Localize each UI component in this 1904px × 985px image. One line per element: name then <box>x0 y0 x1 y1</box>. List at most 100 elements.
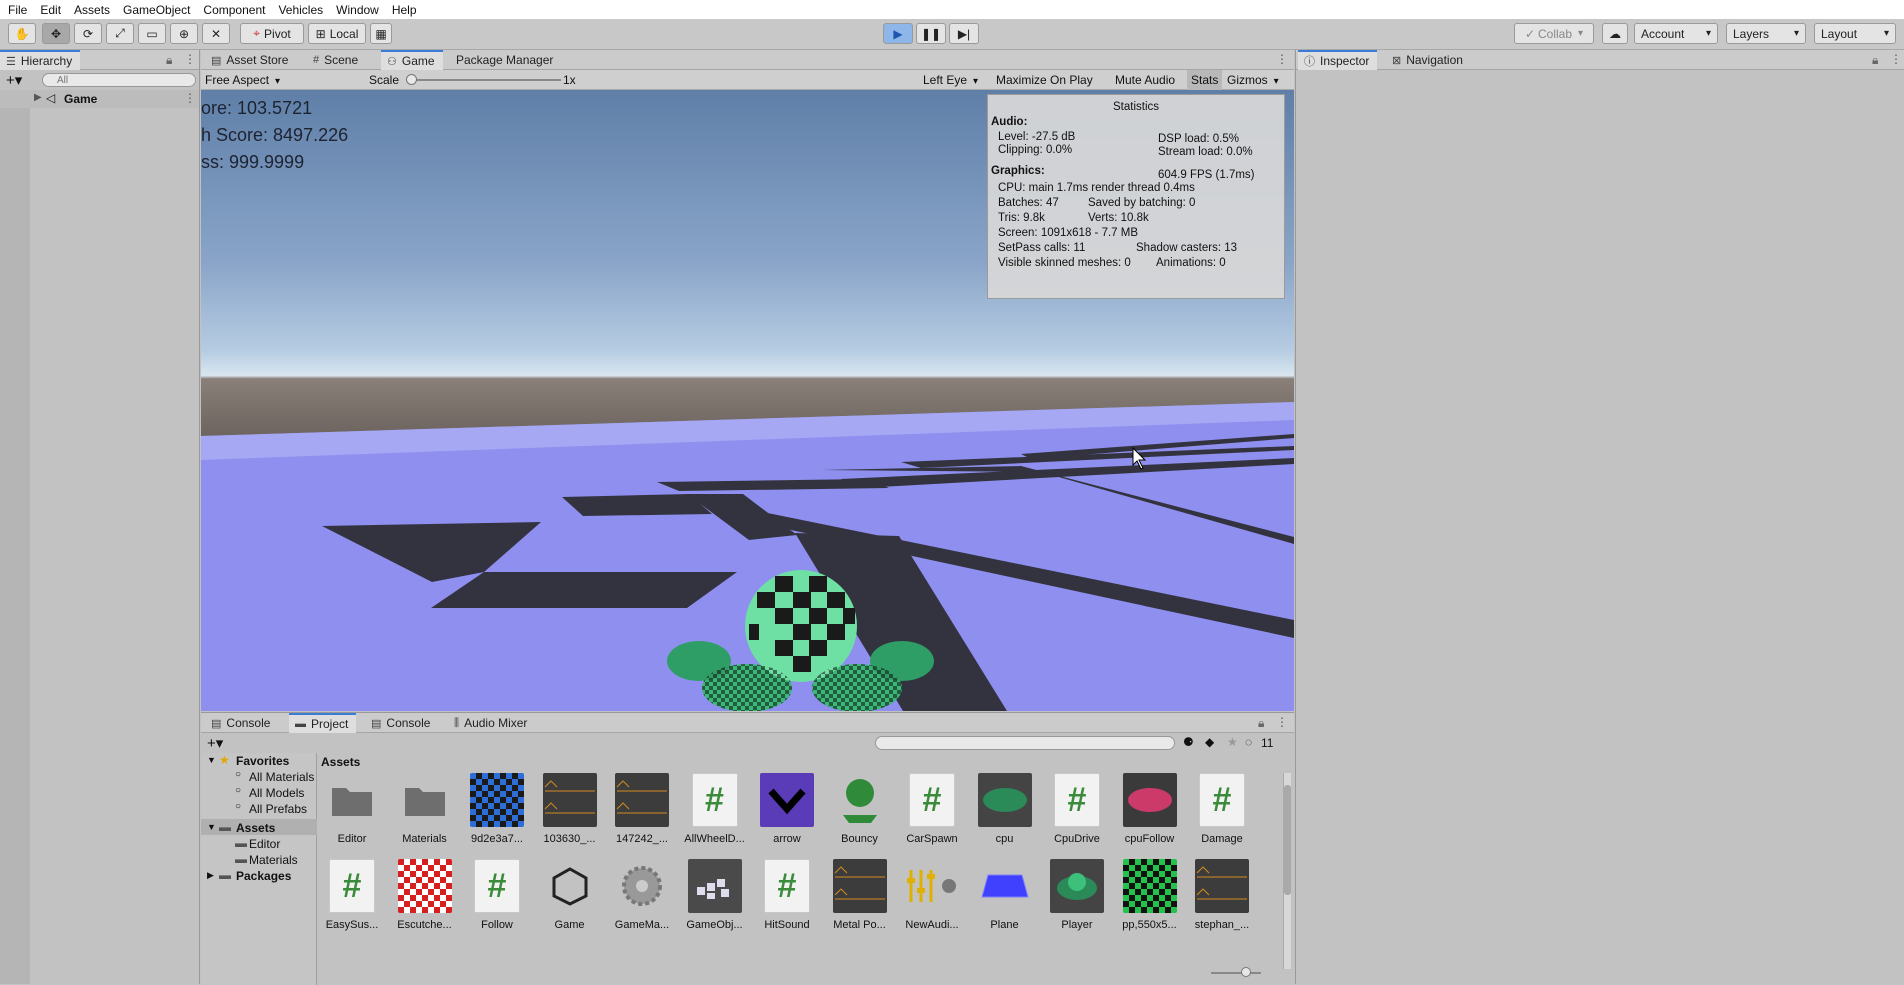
search-by-label-icon[interactable]: ◆ <box>1205 735 1214 749</box>
asset-item[interactable]: Escutche... <box>392 859 458 931</box>
asset-item[interactable]: Materials <box>392 773 458 845</box>
scale-tool-icon[interactable]: ⤢ <box>106 23 134 44</box>
layers-dropdown[interactable]: Layers <box>1726 23 1806 44</box>
scale-slider[interactable] <box>411 79 561 81</box>
asset-item[interactable]: cpu <box>972 773 1038 845</box>
hierarchy-search-input[interactable] <box>42 73 196 87</box>
project-search-input[interactable] <box>875 736 1175 750</box>
gizmos-dropdown[interactable]: Gizmos <box>1227 73 1279 87</box>
tab-project[interactable]: ▬ Project <box>289 713 357 733</box>
grid-snap-icon[interactable]: ▦ <box>370 23 392 44</box>
asset-item[interactable]: Player <box>1044 859 1110 931</box>
tab-package-manager[interactable]: Package Manager <box>450 50 561 70</box>
asset-item[interactable]: Bouncy <box>827 773 893 845</box>
menu-file[interactable]: File <box>8 3 27 17</box>
aspect-dropdown[interactable]: Free Aspect <box>205 73 359 87</box>
favorites-arrow-icon[interactable]: ▼ <box>207 755 216 765</box>
maximize-on-play-button[interactable]: Maximize On Play <box>996 73 1093 87</box>
tab-asset-store[interactable]: ▤ Asset Store <box>205 50 296 70</box>
menu-gameobject[interactable]: GameObject <box>123 3 190 17</box>
inspector-lock-icon[interactable]: 🔒︎ <box>1872 53 1878 68</box>
tab-scene[interactable]: # Scene <box>307 50 366 70</box>
tab-audio-mixer[interactable]: ⫼ Audio Mixer <box>448 713 535 733</box>
tab-console[interactable]: ▤ Console <box>205 713 278 733</box>
pivot-button[interactable]: ⌖ Pivot <box>240 23 304 44</box>
packages-folder-label[interactable]: Packages <box>236 869 291 883</box>
project-lock-icon[interactable]: 🔒︎ <box>1258 716 1264 731</box>
lock-icon[interactable]: 🔒︎ <box>166 53 172 68</box>
asset-item[interactable]: arrow <box>754 773 820 845</box>
menu-edit[interactable]: Edit <box>40 3 61 17</box>
mute-audio-button[interactable]: Mute Audio <box>1115 73 1175 87</box>
fav-all-prefabs[interactable]: All Prefabs <box>249 802 307 816</box>
menu-assets[interactable]: Assets <box>74 3 110 17</box>
asset-item[interactable]: Game <box>537 859 603 931</box>
search-by-type-icon[interactable]: ⚈ <box>1183 735 1194 749</box>
game-viewport[interactable]: ore: 103.5721 h Score: 8497.226 ss: 999.… <box>201 90 1294 711</box>
thumbnail-size-slider[interactable] <box>1211 972 1261 974</box>
packages-arrow-icon[interactable]: ▶ <box>207 870 214 881</box>
expand-arrow-icon[interactable]: ▶ <box>34 92 42 103</box>
project-add-icon[interactable]: +▾ <box>207 734 223 752</box>
collab-dropdown[interactable]: ✓ Collab <box>1514 23 1594 44</box>
game-more-icon[interactable]: ⋮ <box>1276 52 1288 66</box>
assets-arrow-icon[interactable]: ▼ <box>207 822 216 832</box>
stats-button[interactable]: Stats <box>1187 70 1223 90</box>
asset-item[interactable]: stephan_... <box>1189 859 1255 931</box>
account-dropdown[interactable]: Account <box>1634 23 1718 44</box>
cloud-icon[interactable]: ☁ <box>1602 23 1628 44</box>
hand-tool-icon[interactable]: ✋ <box>8 23 36 44</box>
asset-item[interactable]: GameObj... <box>682 859 748 931</box>
move-tool-icon[interactable]: ✥ <box>42 23 70 44</box>
asset-item[interactable]: Editor <box>319 773 385 845</box>
asset-item[interactable]: Plane <box>972 859 1038 931</box>
rect-tool-icon[interactable]: ▭ <box>138 23 166 44</box>
asset-item[interactable]: # CpuDrive <box>1044 773 1110 845</box>
favorites-heading[interactable]: Favorites <box>236 754 289 768</box>
pause-button[interactable]: ❚❚ <box>916 23 946 44</box>
fav-all-materials[interactable]: All Materials <box>249 770 314 784</box>
step-button[interactable]: ▶| <box>949 23 979 44</box>
tab-console-2[interactable]: ▤ Console <box>365 713 438 733</box>
add-icon[interactable]: +▾ <box>6 71 22 89</box>
transform-tool-icon[interactable]: ⊕ <box>170 23 198 44</box>
asset-item[interactable]: 9d2e3a7... <box>464 773 530 845</box>
asset-item[interactable]: # Damage <box>1189 773 1255 845</box>
custom-tool-icon[interactable]: ✕ <box>202 23 230 44</box>
asset-item[interactable]: Metal Po... <box>827 859 893 931</box>
scene-more-icon[interactable]: ⋮ <box>184 91 196 105</box>
layout-dropdown[interactable]: Layout <box>1814 23 1896 44</box>
asset-item[interactable]: pp,550x5... <box>1117 859 1183 931</box>
eye-dropdown[interactable]: Left Eye <box>923 73 978 87</box>
thumbnail-size-handle[interactable] <box>1241 967 1251 977</box>
project-breadcrumb[interactable]: Assets <box>321 755 360 769</box>
tab-inspector[interactable]: ⓘ Inspector <box>1298 50 1378 70</box>
menu-help[interactable]: Help <box>392 3 417 17</box>
inspector-more-icon[interactable]: ⋮ <box>1890 52 1902 66</box>
more-icon[interactable]: ⋮ <box>184 52 196 66</box>
asset-item[interactable]: GameMa... <box>609 859 675 931</box>
project-more-icon[interactable]: ⋮ <box>1276 715 1288 729</box>
scale-slider-handle[interactable] <box>406 74 417 85</box>
asset-item[interactable]: # CarSpawn <box>899 773 965 845</box>
asset-item[interactable]: # AllWheelD... <box>682 773 748 845</box>
tab-hierarchy[interactable]: ☰ Hierarchy <box>0 50 81 70</box>
menu-window[interactable]: Window <box>336 3 379 17</box>
hidden-packages-icon[interactable]: ◌ <box>1245 735 1252 749</box>
asset-item[interactable]: # HitSound <box>754 859 820 931</box>
local-button[interactable]: ⊞ Local <box>308 23 366 44</box>
play-button[interactable]: ▶ <box>883 23 913 44</box>
favorite-icon[interactable]: ★ <box>1227 735 1238 749</box>
folder-materials[interactable]: Materials <box>249 853 298 867</box>
asset-item[interactable]: 147242_... <box>609 773 675 845</box>
asset-item[interactable]: # Follow <box>464 859 530 931</box>
rotate-tool-icon[interactable]: ⟳ <box>74 23 102 44</box>
fav-all-models[interactable]: All Models <box>249 786 304 800</box>
hierarchy-scene-row[interactable]: ▶ ◁ Game ⋮ <box>0 90 199 108</box>
asset-item[interactable]: cpuFollow <box>1117 773 1183 845</box>
asset-item[interactable]: # EasySus... <box>319 859 385 931</box>
asset-grid-scrollbar[interactable] <box>1283 773 1291 969</box>
asset-item[interactable]: 103630_... <box>537 773 603 845</box>
tab-game[interactable]: ⚇ Game <box>381 50 443 70</box>
asset-item[interactable]: NewAudi... <box>899 859 965 931</box>
